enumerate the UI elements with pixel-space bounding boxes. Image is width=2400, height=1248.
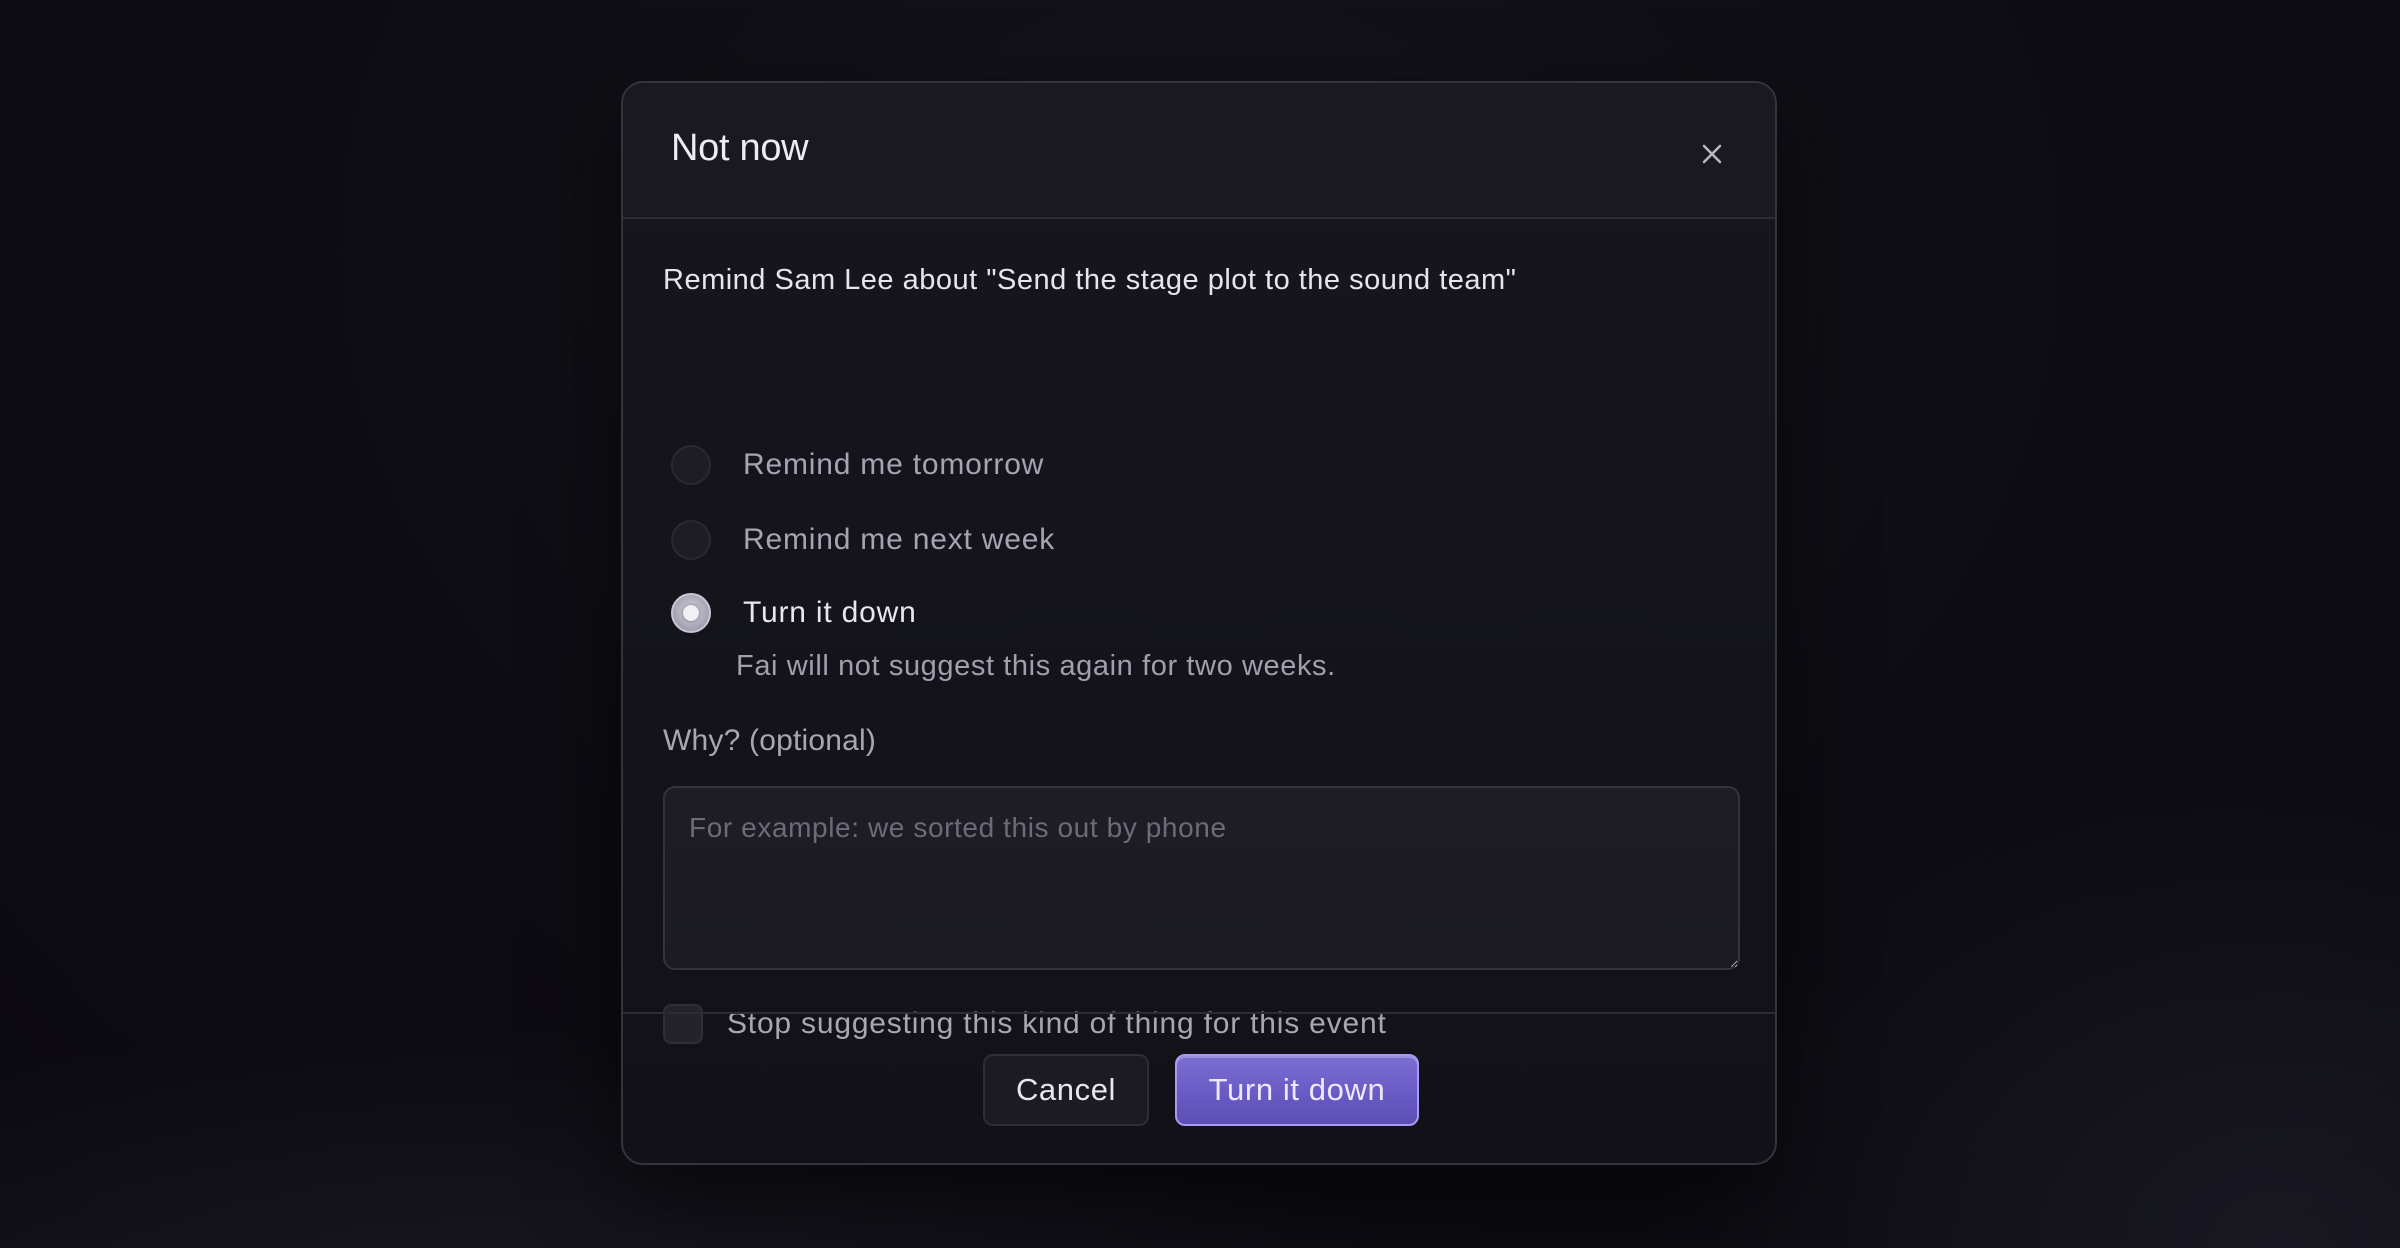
option-label: Remind me next week <box>743 523 1055 556</box>
cancel-button[interactable]: Cancel <box>983 1054 1149 1126</box>
not-now-dialog: Not now Remind Sam Lee about "Send the s… <box>621 81 1777 1165</box>
close-icon <box>1702 144 1722 164</box>
option-label: Remind me tomorrow <box>743 448 1045 481</box>
radio-remind-next-week[interactable] <box>671 520 711 560</box>
dialog-title: Not now <box>671 127 809 169</box>
stop-suggesting-row[interactable]: Stop suggesting this kind of thing for t… <box>663 1003 1387 1045</box>
option-hint: Fai will not suggest this again for two … <box>736 650 1336 682</box>
option-label: Turn it down <box>743 596 917 629</box>
close-button[interactable] <box>1693 135 1731 173</box>
radio-selected-dot <box>683 605 699 621</box>
radio-turn-it-down[interactable] <box>671 593 711 633</box>
option-remind-next-week[interactable]: Remind me next week <box>671 518 1055 562</box>
reason-label: Why? (optional) <box>663 724 877 757</box>
radio-remind-tomorrow[interactable] <box>671 445 711 485</box>
reason-textarea[interactable] <box>663 786 1740 970</box>
option-remind-tomorrow[interactable]: Remind me tomorrow <box>671 443 1044 487</box>
turn-it-down-button[interactable]: Turn it down <box>1175 1054 1419 1126</box>
option-turn-it-down[interactable]: Turn it down <box>671 591 917 635</box>
dialog-header: Not now <box>623 83 1775 219</box>
footer-divider <box>623 1012 1775 1014</box>
dialog-prompt: Remind Sam Lee about "Send the stage plo… <box>663 264 1517 296</box>
stop-suggesting-checkbox[interactable] <box>663 1004 703 1044</box>
